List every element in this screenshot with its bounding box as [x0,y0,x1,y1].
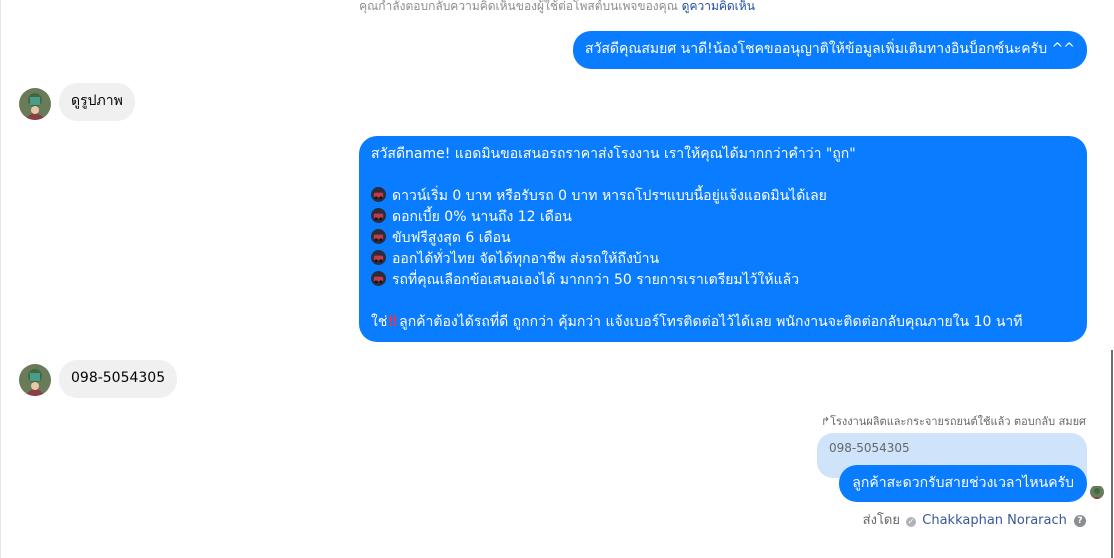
reply-arrow-icon: ↱ [820,415,831,428]
seen-avatar-image [1090,486,1104,499]
avatar-image [19,364,51,396]
outgoing-message-reply[interactable]: ลูกค้าสะดวกรับสายช่วงเวลาไหนครับ [839,465,1087,502]
outgoing-message-offer[interactable]: สวัสดีname! แอดมินขอเสนอรถราคาส่งโรงงาน … [359,136,1087,342]
view-comment-link[interactable]: ดูความคิดเห็น [682,0,755,13]
sent-by-label: ส่งโดย [862,513,900,528]
offer-closing: ใช่!! ลูกค้าต้องได้รถที่ดี ถูกกว่า คุ้มกว… [371,314,1023,330]
seen-avatar [1090,485,1104,499]
context-note-text: คุณกำลังตอบกลับความคิดเห็นของผู้ใช้ต่อโพ… [359,0,678,13]
incoming-message-phone[interactable]: 098-5054305 [59,360,178,398]
offer-bullet: รถที่คุณเลือกข้อเสนอเองได้ มากกว่า 50 รา… [371,270,1075,291]
sender-name-link[interactable]: Chakkaphan Norarach [922,513,1067,528]
offer-bullet: ดอกเบี้ย 0% นานถึง 12 เดือน [371,207,1075,228]
left-border [0,0,1,558]
user-avatar[interactable] [19,364,51,396]
incoming-message-photo[interactable]: ดูรูปภาพ [59,83,135,121]
car-icon [371,229,386,244]
offer-intro: สวัสดีname! แอดมินขอเสนอรถราคาส่งโรงงาน … [371,146,856,162]
car-icon [371,187,386,202]
sent-by-info: ส่งโดย ✓ Chakkaphan Norarach ? [863,509,1086,530]
offer-bullet: ขับฟรีสูงสุด 6 เดือน [371,228,1075,249]
offer-bullet: ออกได้ทั่วไทย จัดได้ทุกอาชีพ ส่งรถให้ถึง… [371,249,1075,270]
scrollbar[interactable] [1111,350,1113,558]
reply-header: ↱โรงงานผลิตและกระจายรถยนต์ใช้แล้ว ตอบกลั… [820,415,1086,428]
outgoing-message-greeting[interactable]: สวัสดีคุณสมยศ นาดี!น้องโชคขออนุญาติให้ข้… [572,31,1087,69]
double-exclamation-icon: !! [387,314,398,330]
reply-context-note: คุณกำลังตอบกลับความคิดเห็นของผู้ใช้ต่อโพ… [0,0,1114,16]
car-icon [371,271,386,286]
offer-bullet: ดาวน์เริ่ม 0 บาท หรือรับรถ 0 บาท หารถโปร… [371,186,1075,207]
user-avatar[interactable] [19,88,51,120]
car-icon [371,250,386,265]
help-icon[interactable]: ? [1074,515,1086,527]
car-icon [371,208,386,223]
avatar-image [19,88,51,120]
verified-icon: ✓ [906,517,917,527]
